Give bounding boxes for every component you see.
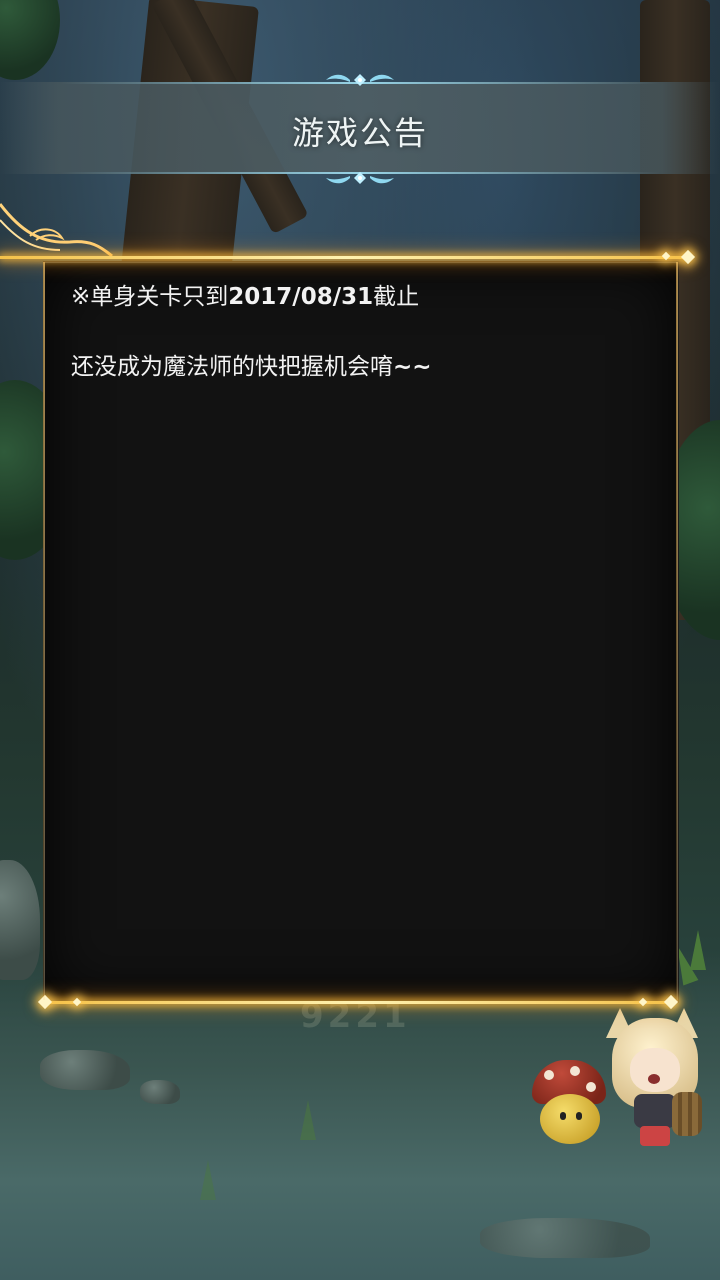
corner-swirl-icon: [0, 203, 113, 258]
girl-character: [600, 1008, 710, 1148]
banner-ornament-icon: [326, 74, 394, 86]
rock: [480, 1218, 650, 1258]
notice-text: 截止: [373, 284, 420, 310]
frame-right-edge: [676, 262, 678, 1000]
notice-panel[interactable]: ※单身关卡只到2017/08/31截止 还没成为魔法师的快把握机会唷~~: [44, 262, 678, 1002]
banner-ornament-icon: [326, 172, 394, 184]
rock: [40, 1050, 130, 1090]
notice-date: 2017/08/31: [228, 284, 374, 310]
notice-content: ※单身关卡只到2017/08/31截止 还没成为魔法师的快把握机会唷~~: [71, 281, 657, 421]
mushroom-character: [528, 1060, 608, 1150]
notice-line: 还没成为魔法师的快把握机会唷~~: [71, 351, 657, 383]
notice-text: ※单身关卡只到: [71, 284, 229, 310]
rock: [140, 1080, 180, 1104]
page-title: 游戏公告: [291, 114, 428, 152]
grass-tuft: [300, 1100, 316, 1140]
notice-text: ~~: [393, 354, 432, 380]
grass-tuft: [200, 1160, 216, 1200]
notice-text: 还没成为魔法师的快把握机会唷: [71, 354, 393, 380]
frame-bottom-border: [44, 1001, 676, 1004]
notice-line: ※单身关卡只到2017/08/31截止: [71, 281, 657, 313]
frame-top-border: [0, 256, 690, 259]
frame-left-edge: [43, 262, 45, 1000]
